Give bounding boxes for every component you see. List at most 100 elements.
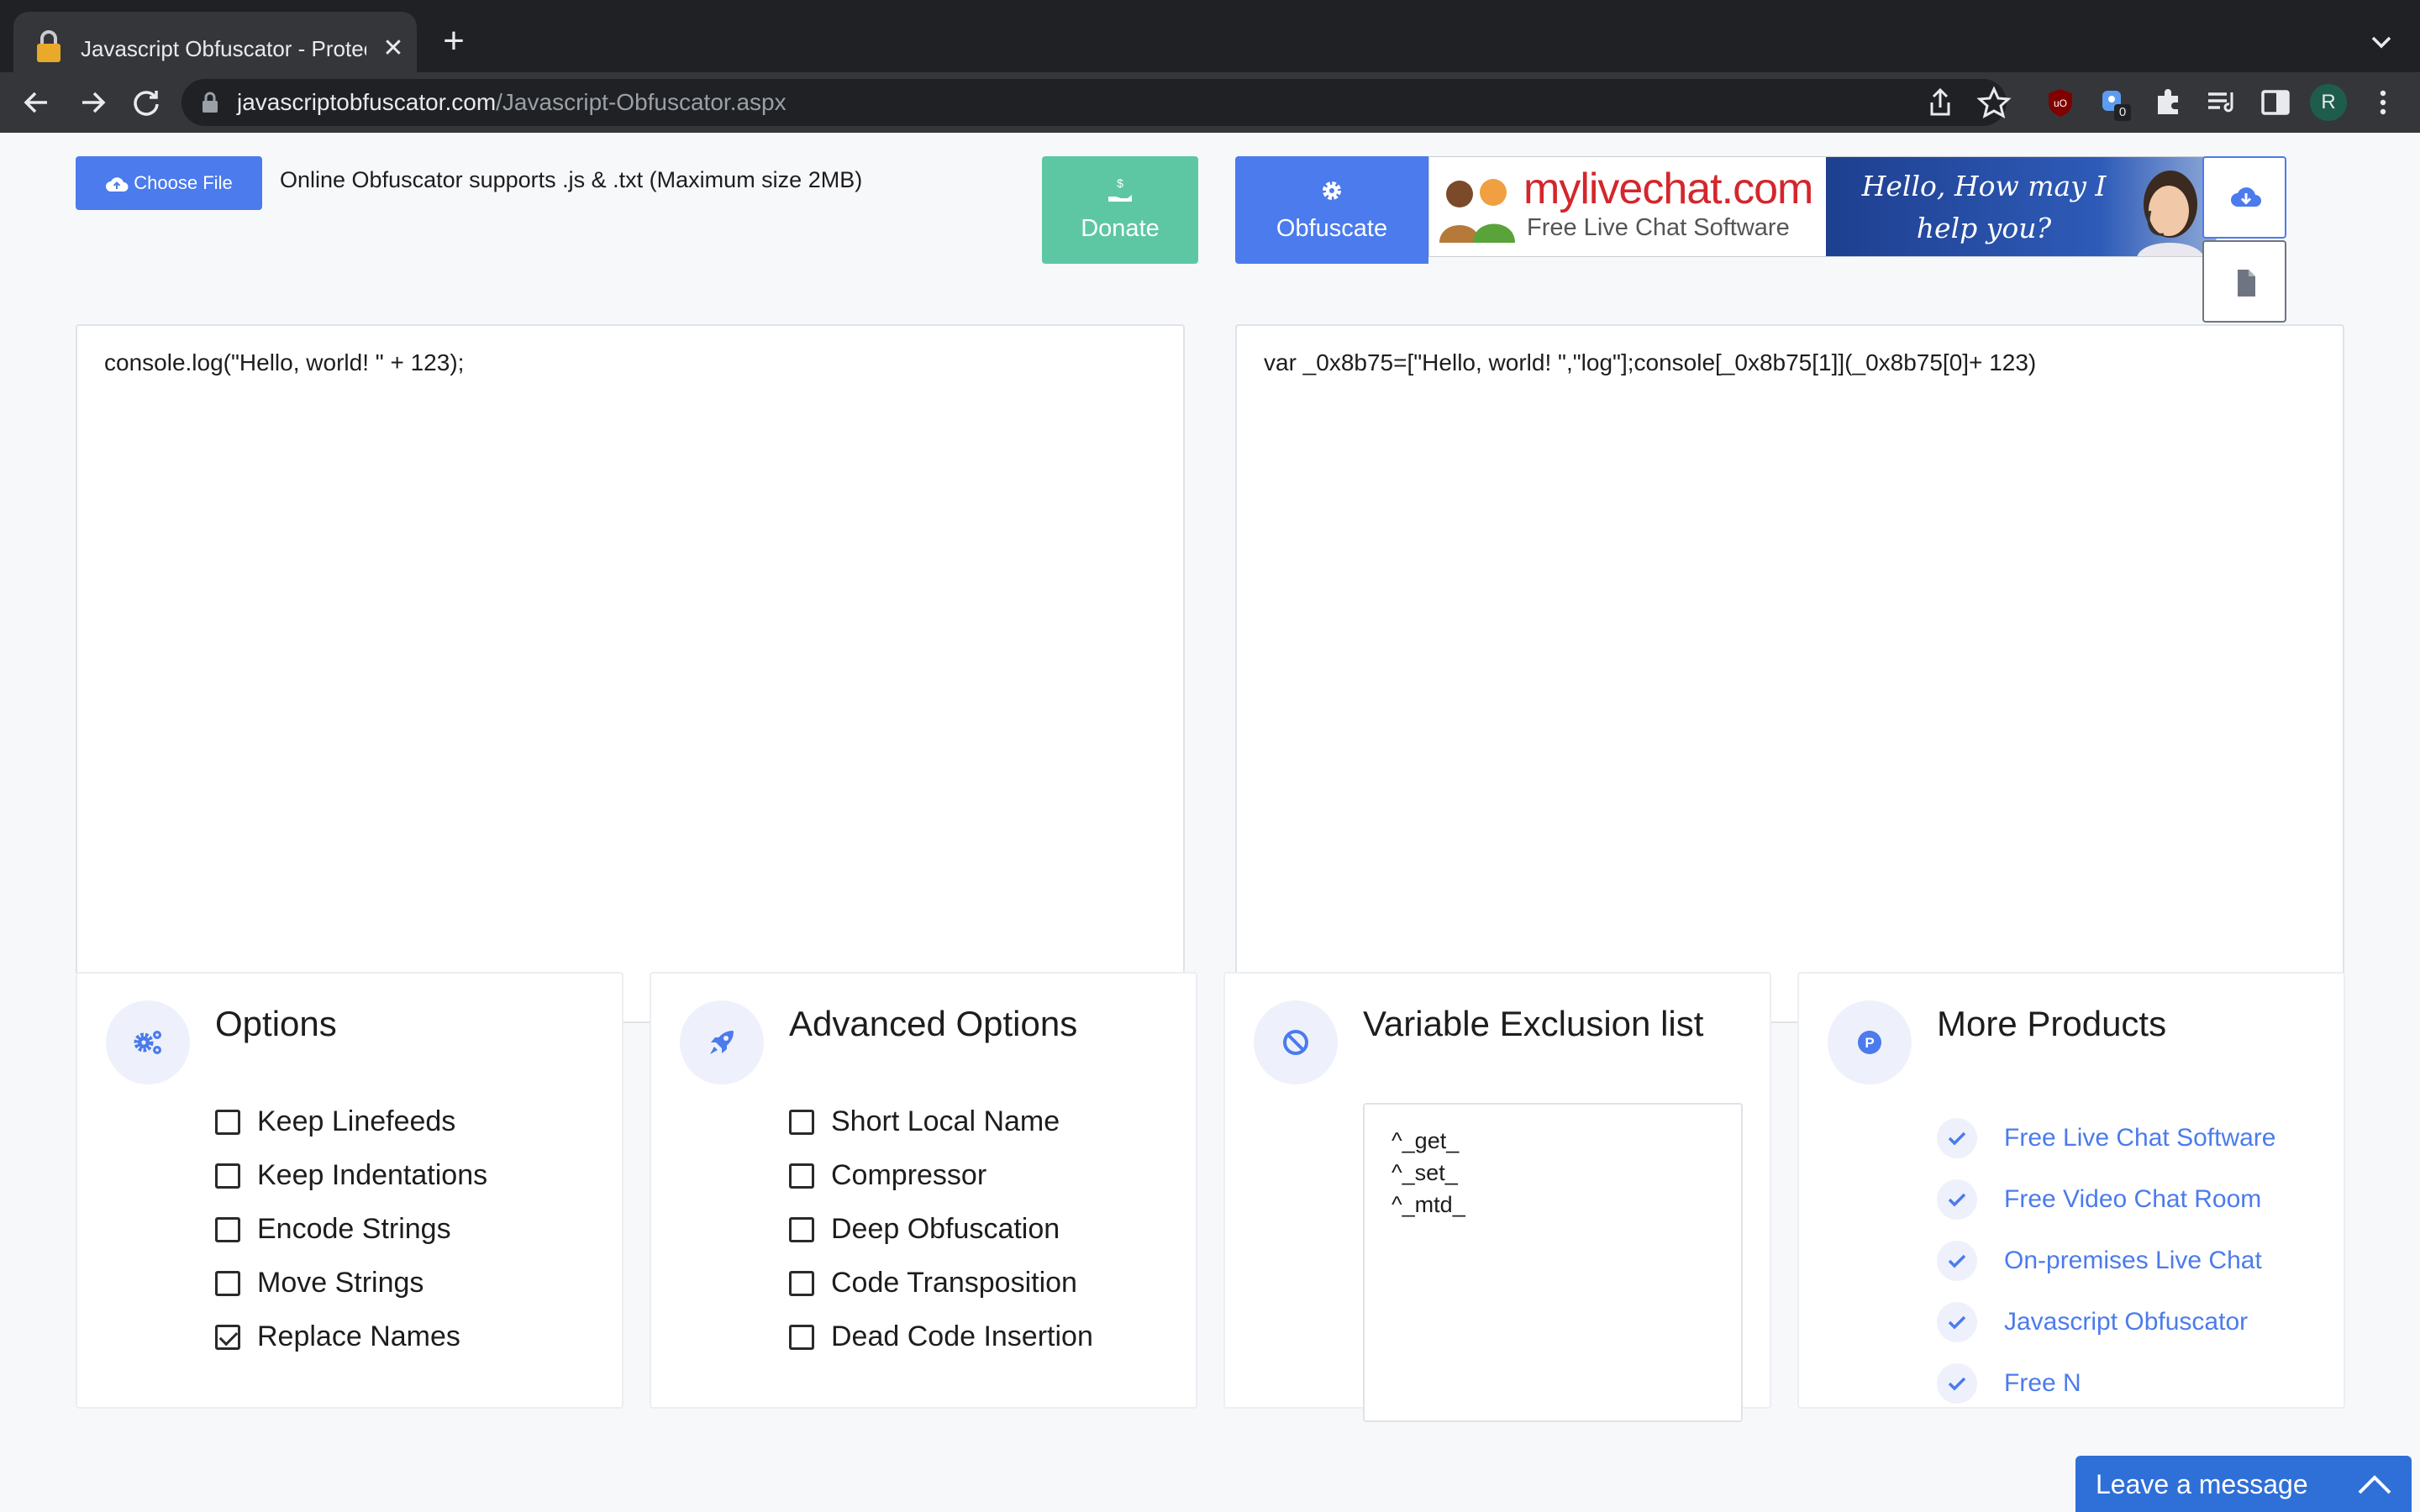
check-icon (1937, 1179, 1977, 1220)
checkbox[interactable] (215, 1163, 240, 1189)
ublock-origin-icon[interactable]: uO (2040, 82, 2081, 123)
products-icon-circle: P (1828, 1000, 1912, 1084)
reload-icon[interactable] (124, 81, 168, 124)
mylivechat-ad-banner[interactable]: mylivechat.com Free Live Chat Software H… (1428, 156, 2217, 257)
check-icon (1937, 1363, 1977, 1404)
ad-greeting-line2: help you? (1916, 212, 2052, 244)
ad-greeting-line1: Hello, How may I (1861, 170, 2107, 202)
page-content: Choose File Online Obfuscator supports .… (0, 133, 2420, 1512)
extension-icon[interactable]: 0 (2094, 82, 2134, 123)
option-label: Keep Indentations (257, 1159, 488, 1191)
chat-people-icon (1439, 179, 1515, 243)
address-bar[interactable]: javascriptobfuscator.com/Javascript-Obfu… (182, 79, 2007, 126)
advanced-options-title: Advanced Options (789, 1004, 1078, 1043)
cloud-download-icon (2231, 187, 2261, 207)
supports-text: Online Obfuscator supports .js & .txt (M… (280, 167, 863, 192)
donate-button[interactable]: $ Donate (1042, 156, 1198, 264)
option-label: Move Strings (257, 1267, 424, 1299)
browser-toolbar: javascriptobfuscator.com/Javascript-Obfu… (0, 72, 2420, 133)
donate-label: Donate (1081, 215, 1160, 242)
cogs-icon (134, 1031, 161, 1054)
exclusion-line: ^_get_ (1392, 1128, 1460, 1153)
svg-text:P: P (1865, 1035, 1874, 1051)
media-queue-icon[interactable] (2202, 82, 2242, 123)
extension-badge: 0 (2114, 104, 2131, 121)
product-link[interactable]: On-premises Live Chat (2004, 1244, 2262, 1278)
option-label: Dead Code Insertion (831, 1320, 1093, 1352)
checkbox[interactable] (215, 1271, 240, 1296)
url-domain: javascriptobfuscator.com (237, 89, 497, 115)
advanced-icon-circle (680, 1000, 764, 1084)
option-label: Deep Obfuscation (831, 1213, 1060, 1245)
tab-title: Javascript Obfuscator - Protect (81, 36, 366, 61)
file-icon (2238, 270, 2255, 297)
side-panel-icon[interactable] (2255, 82, 2296, 123)
chevron-down-icon[interactable] (2363, 24, 2400, 60)
file-button[interactable] (2202, 240, 2286, 323)
lock-icon[interactable] (200, 91, 220, 114)
checkbox[interactable] (215, 1217, 240, 1242)
product-link[interactable]: Free Live Chat Software (2004, 1121, 2275, 1155)
choose-file-label: Choose File (134, 172, 233, 193)
checkbox[interactable] (215, 1110, 240, 1135)
output-code-textarea[interactable]: var _0x8b75=["Hello, world! ","log"];con… (1235, 324, 2344, 1023)
exclusion-icon-circle (1254, 1000, 1338, 1084)
obfuscate-label: Obfuscate (1276, 215, 1388, 242)
options-card: Options Keep Linefeeds Keep Indentations… (76, 972, 623, 1409)
variable-exclusion-card: Variable Exclusion list ^_get_ ^_set_ ^_… (1223, 972, 1771, 1422)
rocket-icon (710, 1031, 734, 1054)
product-link[interactable]: Javascript Obfuscator (2004, 1305, 2248, 1339)
check-icon (1937, 1118, 1977, 1158)
exclusion-line: ^_mtd_ (1392, 1192, 1465, 1217)
leave-message-label: Leave a message (2096, 1469, 2308, 1499)
support-agent-photo (2137, 171, 2203, 256)
variable-exclusion-title: Variable Exclusion list (1363, 1004, 1704, 1043)
ad-greeting-panel: Hello, How may I help you? (1826, 157, 2216, 256)
svg-text:$: $ (1117, 176, 1123, 190)
checkbox[interactable] (789, 1271, 814, 1296)
chevron-up-icon[interactable] (2356, 1471, 2393, 1496)
option-label: Replace Names (257, 1320, 460, 1352)
back-arrow-icon[interactable] (15, 81, 59, 124)
ad-subtitle: Free Live Chat Software (1527, 214, 1790, 241)
option-label: Keep Linefeeds (257, 1105, 456, 1137)
donate-hand-icon: $ (1108, 176, 1132, 202)
ad-site-name: mylivechat.com (1523, 165, 1813, 213)
input-code-text: console.log("Hello, world! " + 123); (104, 349, 465, 375)
check-icon (1937, 1302, 1977, 1342)
product-link[interactable]: Free Video Chat Room (2004, 1183, 2261, 1216)
download-cloud-button[interactable] (2202, 156, 2286, 239)
check-icon (1937, 1241, 1977, 1281)
checkbox[interactable] (789, 1325, 814, 1350)
obfuscate-button[interactable]: Obfuscate (1235, 156, 1428, 264)
profile-avatar[interactable]: R (2310, 84, 2347, 121)
kebab-menu-icon[interactable] (2363, 82, 2403, 123)
url-text: javascriptobfuscator.com/Javascript-Obfu… (237, 86, 786, 119)
options-icon-circle (106, 1000, 190, 1084)
option-label: Code Transposition (831, 1267, 1077, 1299)
tab-close-icon[interactable]: ✕ (376, 32, 410, 66)
output-code-text: var _0x8b75=["Hello, world! ","log"];con… (1264, 349, 2037, 375)
checkbox[interactable] (789, 1163, 814, 1189)
checkbox[interactable] (789, 1110, 814, 1135)
choose-file-button[interactable]: Choose File (76, 156, 262, 210)
exclusion-line: ^_set_ (1392, 1160, 1458, 1185)
url-path: /Javascript-Obfuscator.aspx (496, 89, 786, 115)
cloud-upload-icon (106, 177, 129, 192)
leave-message-widget[interactable]: Leave a message (2075, 1456, 2412, 1512)
new-tab-button[interactable]: + (434, 22, 474, 62)
browser-tabstrip: Javascript Obfuscator - Protect ✕ + (0, 0, 2420, 84)
exclusion-list-textarea[interactable]: ^_get_ ^_set_ ^_mtd_ (1363, 1103, 1743, 1422)
checkbox[interactable] (789, 1217, 814, 1242)
share-icon[interactable] (1920, 82, 1960, 123)
more-products-title: More Products (1937, 1004, 2167, 1043)
product-link[interactable]: Free N (2004, 1367, 2081, 1400)
extensions-puzzle-icon[interactable] (2148, 82, 2188, 123)
bookmark-star-icon[interactable] (1974, 82, 2014, 123)
lock-favicon-icon (37, 30, 60, 62)
forward-arrow-icon[interactable] (71, 81, 114, 124)
advanced-options-card: Advanced Options Short Local Name Compre… (650, 972, 1197, 1409)
option-label: Compressor (831, 1159, 987, 1191)
checkbox-checked[interactable] (215, 1325, 240, 1350)
input-code-textarea[interactable]: console.log("Hello, world! " + 123); (76, 324, 1185, 1023)
